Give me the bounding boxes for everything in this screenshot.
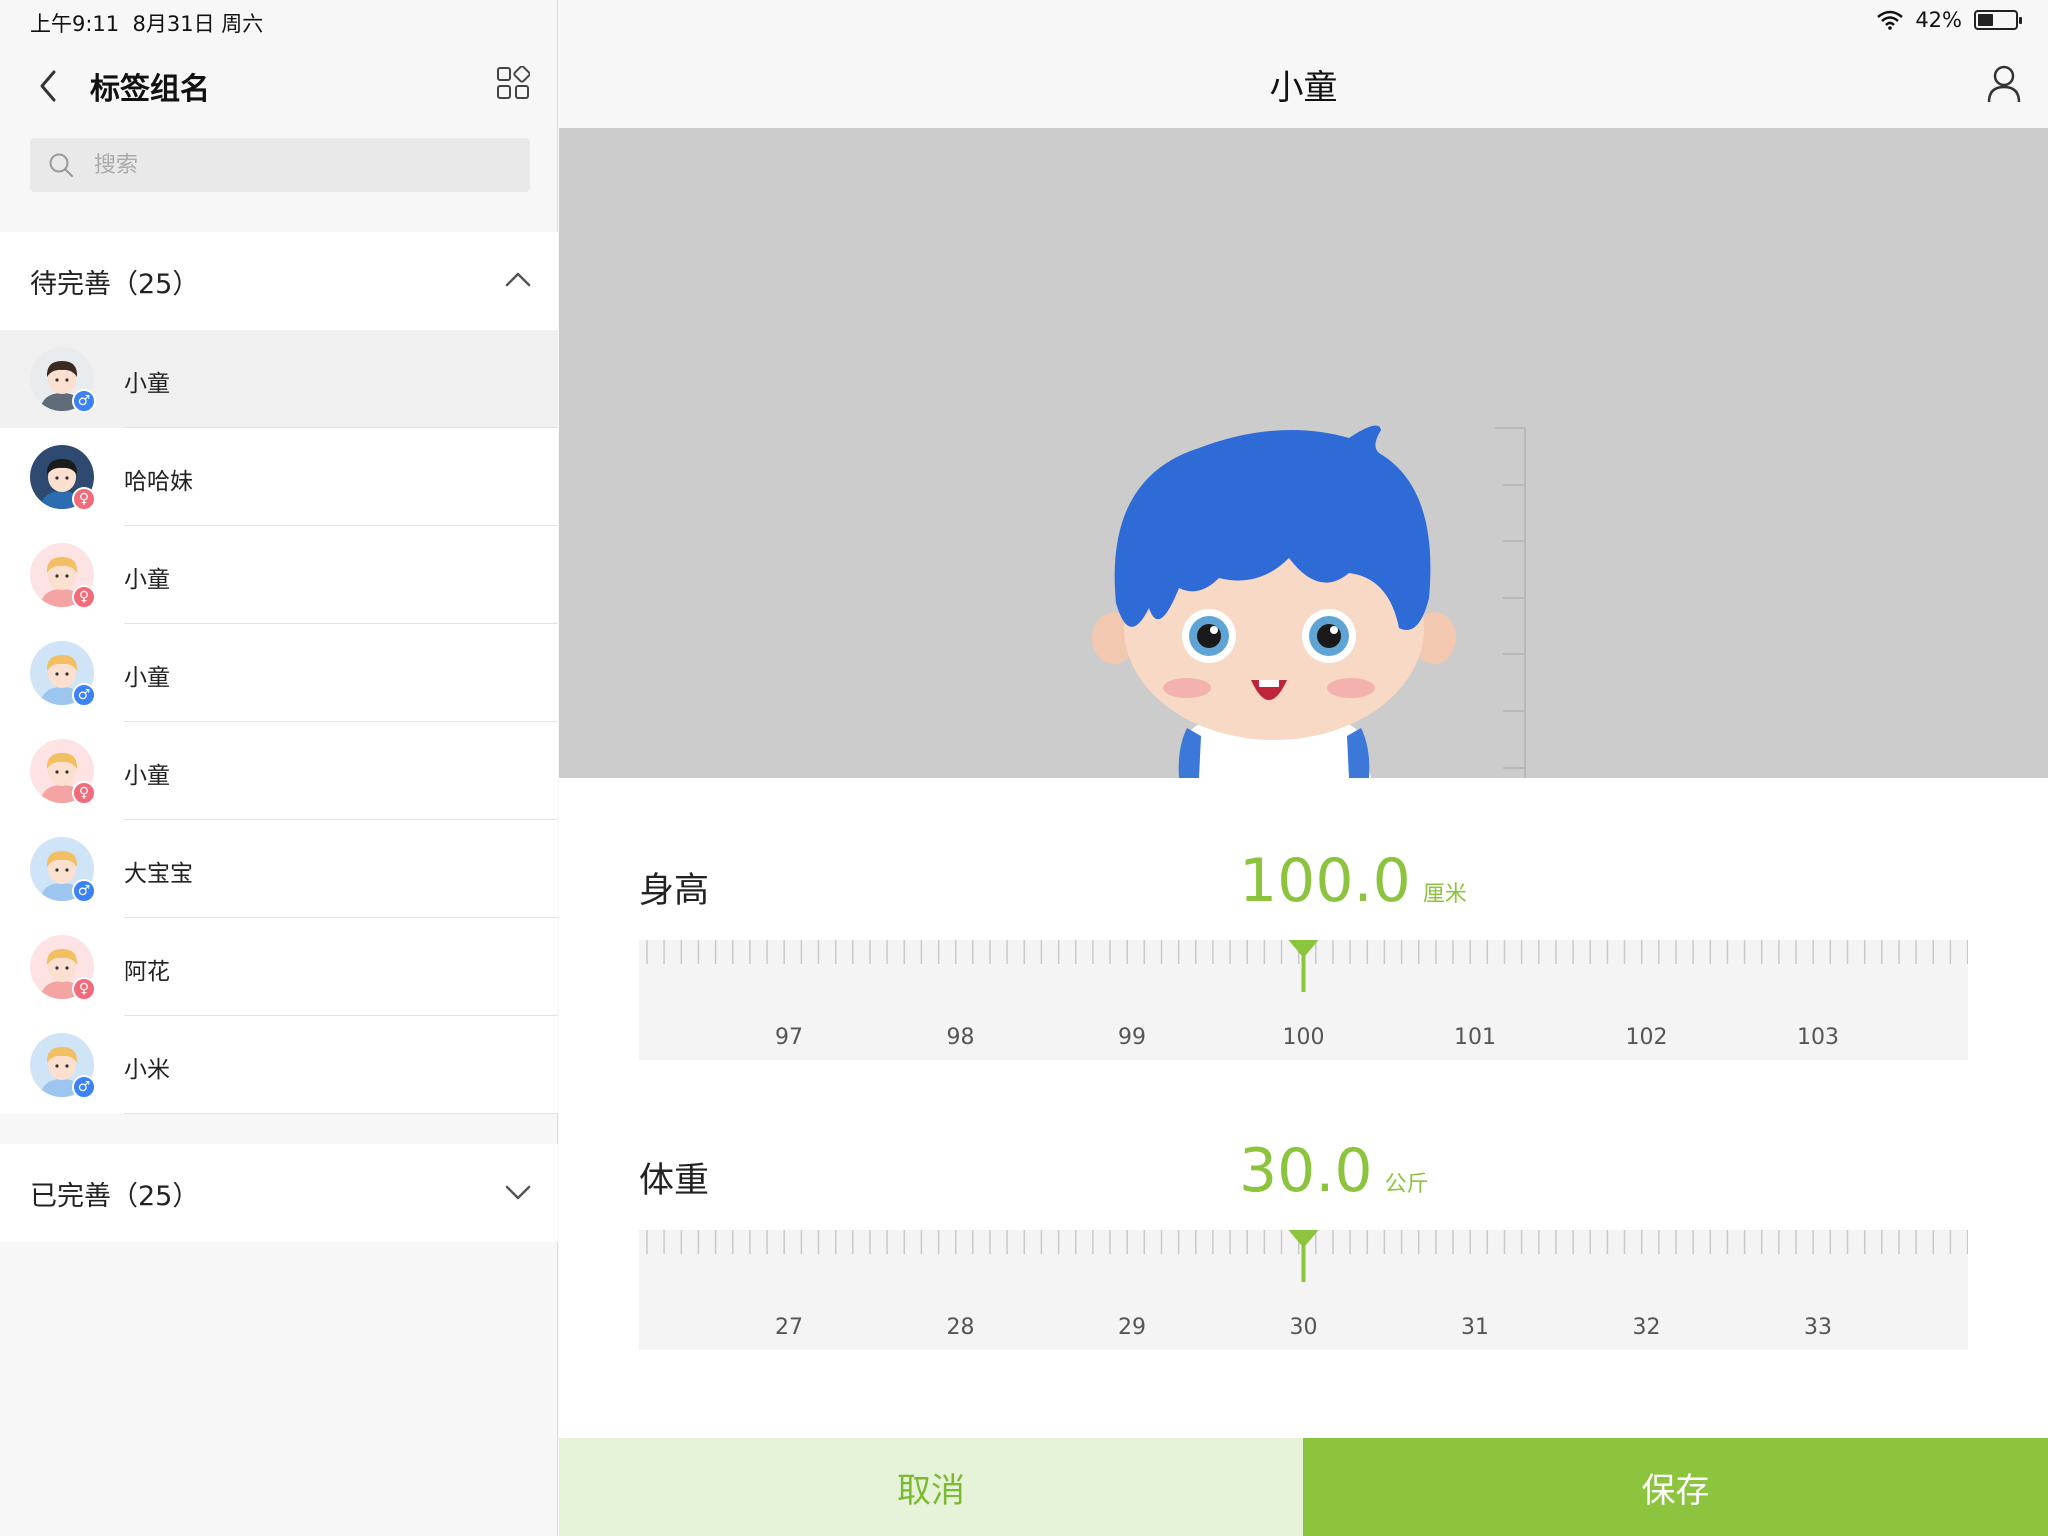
avatar: ♀ (30, 739, 96, 805)
search-icon (49, 153, 73, 177)
battery-level (1978, 14, 1994, 26)
ruler-tick-label: 28 (947, 1315, 975, 1340)
male-icon: ♂ (72, 1075, 96, 1099)
page-title: 小童 (1269, 68, 1338, 108)
list-item[interactable]: ♀ 小童 (0, 526, 558, 624)
chevron-down-icon (505, 1185, 531, 1200)
avatar: ♀ (30, 543, 96, 609)
detail-pane: 42% 小童 身高 100.0 厘米 97 98 99 100 101 102 … (559, 0, 2048, 1536)
height-ruler-graphic: 97 98 99 100 101 102 103 (646, 940, 1968, 1050)
list-item[interactable]: ♀ 小童 (0, 722, 558, 820)
list-item[interactable]: ♀ 阿花 (0, 918, 558, 1016)
list-item-name: 小童 (124, 763, 170, 789)
ruler-tick-label: 103 (1797, 1025, 1839, 1050)
search-bar[interactable] (30, 138, 530, 192)
list-item[interactable]: ♀ 哈哈妹 (0, 428, 558, 526)
weight-ruler-slider[interactable]: 27 28 29 30 31 32 33 (639, 1230, 1968, 1350)
height-unit: 厘米 (1422, 882, 1467, 907)
list-item-name: 小童 (124, 567, 170, 593)
height-value-display: 100.0 厘米 (1239, 846, 1467, 916)
list-item-name: 大宝宝 (124, 861, 193, 887)
sidebar-header: 标签组名 (0, 60, 558, 110)
ruler-tick-label: 29 (1118, 1315, 1146, 1340)
list-item-name: 小米 (124, 1057, 170, 1083)
ruler-tick-label: 31 (1461, 1315, 1489, 1340)
sidebar: 上午9:11 8月31日 周六 标签组名 待完善（25） (0, 0, 558, 1536)
avatar-stage (559, 128, 2048, 778)
height-chart-illustration (1092, 425, 1526, 778)
ruler-tick-label: 99 (1118, 1025, 1146, 1050)
avatar: ♂ (30, 1033, 96, 1099)
weight-value-display: 30.0 公斤 (1239, 1136, 1429, 1206)
avatar: ♀ (30, 935, 96, 1001)
male-icon: ♂ (72, 683, 96, 707)
male-icon: ♂ (72, 879, 96, 903)
status-time: 上午9:11 (30, 12, 120, 36)
weight-value: 30.0 (1239, 1136, 1373, 1206)
avatar: ♂ (30, 641, 96, 707)
save-button[interactable]: 保存 (1303, 1438, 2048, 1536)
divider (124, 1113, 558, 1114)
user-profile-icon[interactable] (1986, 64, 2022, 104)
ruler-tick-label: 27 (775, 1315, 803, 1340)
weight-label: 体重 (639, 1161, 710, 1201)
weight-unit: 公斤 (1384, 1172, 1429, 1197)
ruler-tick-label: 100 (1283, 1025, 1325, 1050)
avatar: ♀ (30, 445, 96, 511)
list-item[interactable]: ♂ 小童 (0, 330, 558, 428)
wifi-icon (1877, 10, 1904, 30)
ruler-indicator[interactable] (1288, 940, 1319, 992)
male-icon: ♂ (72, 389, 96, 413)
battery-icon (1974, 10, 2022, 30)
status-time-date: 上午9:11 8月31日 周六 (30, 8, 263, 38)
list-item-name: 阿花 (124, 959, 170, 985)
group-label-pending: 待完善（25） (30, 269, 200, 300)
detail-header: 42% 小童 (559, 0, 2048, 128)
list-item[interactable]: ♂ 小童 (0, 624, 558, 722)
height-value: 100.0 (1239, 846, 1411, 916)
ruler-indicator[interactable] (1288, 1230, 1319, 1282)
list-item-name: 小童 (124, 371, 170, 397)
avatar: ♂ (30, 837, 96, 903)
ruler-tick-label: 98 (947, 1025, 975, 1050)
grid-view-icon[interactable] (496, 66, 530, 100)
ruler-tick-label: 32 (1633, 1315, 1661, 1340)
female-icon: ♀ (72, 977, 96, 1001)
list-item[interactable]: ♂ 大宝宝 (0, 820, 558, 918)
female-icon: ♀ (72, 487, 96, 511)
list-item[interactable]: ♂ 小米 (0, 1016, 558, 1114)
list-item-name: 哈哈妹 (124, 469, 193, 495)
status-indicators: 42% (1877, 8, 2022, 32)
search-input[interactable] (94, 138, 514, 192)
ruler-tick-label: 102 (1626, 1025, 1668, 1050)
back-icon[interactable] (34, 66, 64, 106)
female-icon: ♀ (72, 585, 96, 609)
battery-percent: 42% (1915, 8, 1962, 32)
avatar: ♂ (30, 347, 96, 413)
status-date: 8月31日 周六 (132, 12, 264, 36)
ruler-tick-label: 30 (1290, 1315, 1318, 1340)
cancel-button[interactable]: 取消 (559, 1438, 1303, 1536)
group-label-done: 已完善（25） (30, 1181, 200, 1212)
height-ruler-slider[interactable]: 97 98 99 100 101 102 103 (639, 940, 1968, 1060)
female-icon: ♀ (72, 781, 96, 805)
weight-ruler-graphic: 27 28 29 30 31 32 33 (646, 1230, 1968, 1340)
member-list: ♂ 小童 ♀ 哈哈妹 ♀ 小童 ♂ 小童 ♀ 小童 ♂ 大宝宝 ♀ 阿花 ♂ 小… (0, 330, 558, 1114)
group-header-done[interactable]: 已完善（25） (0, 1144, 558, 1242)
sidebar-title: 标签组名 (90, 72, 210, 107)
height-label: 身高 (639, 871, 710, 911)
list-item-name: 小童 (124, 665, 170, 691)
ruler-tick-label: 101 (1454, 1025, 1496, 1050)
group-header-pending[interactable]: 待完善（25） (0, 232, 558, 330)
ruler-tick-label: 33 (1804, 1315, 1832, 1340)
ruler-tick-label: 97 (775, 1025, 803, 1050)
chevron-up-icon (505, 272, 531, 287)
